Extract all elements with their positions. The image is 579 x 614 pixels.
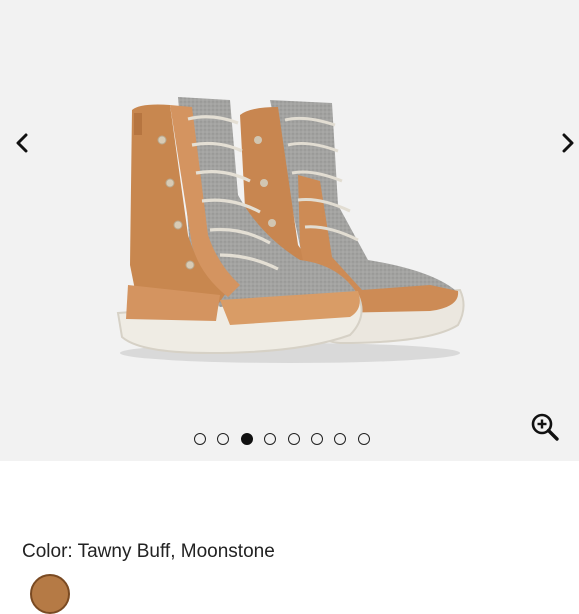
zoom-button[interactable] — [528, 410, 562, 444]
carousel-dot-2[interactable] — [217, 433, 230, 445]
carousel-dot-6[interactable] — [310, 433, 323, 445]
carousel-dot-7[interactable] — [334, 433, 347, 445]
color-swatch[interactable] — [30, 574, 70, 614]
chevron-left-icon — [16, 133, 28, 153]
carousel-dot-8[interactable] — [357, 433, 370, 445]
carousel-dot-3[interactable] — [240, 433, 253, 445]
carousel-pagination — [194, 433, 370, 449]
product-image — [116, 97, 465, 363]
zoom-in-icon — [531, 413, 559, 441]
carousel-dot-5[interactable] — [287, 433, 300, 445]
previous-image-button[interactable] — [9, 128, 35, 158]
carousel-dot-4[interactable] — [264, 433, 277, 445]
carousel-dot-1[interactable] — [194, 433, 206, 445]
product-gallery — [0, 0, 579, 461]
chevron-right-icon — [562, 133, 574, 153]
next-image-button[interactable] — [555, 128, 579, 158]
color-label: Color: Tawny Buff, Moonstone — [22, 541, 275, 562]
